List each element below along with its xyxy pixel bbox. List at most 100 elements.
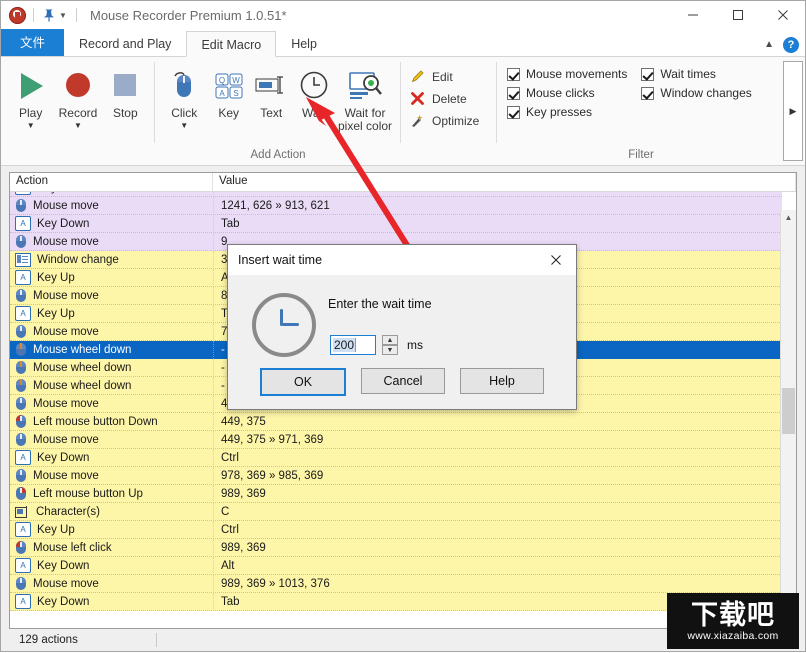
minimize-icon[interactable] bbox=[670, 1, 715, 29]
column-header-value[interactable]: Value bbox=[213, 173, 796, 191]
tab-edit-macro[interactable]: Edit Macro bbox=[186, 31, 276, 57]
mouse-icon bbox=[15, 577, 27, 590]
wait-for-pixel-color-button[interactable]: Wait for pixel color bbox=[335, 61, 395, 133]
chevron-down-icon[interactable]: ▼ bbox=[27, 121, 35, 131]
pin-icon[interactable] bbox=[41, 7, 57, 23]
row-action-cell: Mouse move bbox=[10, 235, 213, 248]
tab-help[interactable]: Help bbox=[276, 30, 332, 56]
table-row[interactable]: Left mouse button Down449, 375 bbox=[10, 413, 782, 431]
wait-time-stepper[interactable]: ▲ ▼ bbox=[382, 335, 398, 355]
checkbox-icon[interactable] bbox=[507, 68, 520, 81]
row-action-cell: Left mouse button Up bbox=[10, 487, 213, 500]
spin-down-icon[interactable]: ▼ bbox=[382, 345, 398, 355]
cancel-button[interactable]: Cancel bbox=[361, 368, 445, 394]
table-row[interactable]: AKey DownCtrl bbox=[10, 449, 782, 467]
watermark: 下载吧 www.xiazaiba.com bbox=[667, 593, 799, 649]
row-action-cell: AKey Down bbox=[10, 216, 213, 231]
optimize-button[interactable]: Optimize bbox=[409, 111, 497, 130]
table-row[interactable]: Mouse move449, 375 » 971, 369 bbox=[10, 431, 782, 449]
table-row[interactable]: AKey DownTab bbox=[10, 215, 782, 233]
checkbox-icon[interactable] bbox=[641, 68, 654, 81]
chevron-up-icon[interactable]: ▲ bbox=[764, 40, 774, 50]
row-value-cell: 989, 369 » 1013, 376 bbox=[213, 575, 782, 593]
row-action-cell: AKey Up bbox=[10, 270, 213, 285]
checkbox-mouse-clicks[interactable]: Mouse clicks bbox=[507, 86, 627, 100]
row-value-cell: Tab bbox=[213, 215, 782, 233]
edit-label: Edit bbox=[432, 70, 453, 84]
scrollbar-thumb[interactable] bbox=[782, 388, 795, 434]
tab-record-and-play[interactable]: Record and Play bbox=[64, 30, 186, 56]
record-button[interactable]: Record ▼ bbox=[54, 61, 101, 131]
key-icon: A bbox=[15, 270, 31, 285]
row-action-cell: Mouse move bbox=[10, 325, 213, 338]
table-row[interactable]: Left mouse button Up989, 369 bbox=[10, 485, 782, 503]
key-button[interactable]: Q W A S Key bbox=[207, 61, 250, 120]
ribbon-group-playback: Play ▼ Record ▼ Stop bbox=[1, 57, 155, 165]
checkbox-label: Mouse clicks bbox=[526, 86, 595, 100]
wait-label: Wait bbox=[302, 107, 326, 120]
table-row[interactable]: AKey DownAlt bbox=[10, 557, 782, 575]
table-row[interactable]: Character(s)C bbox=[10, 503, 782, 521]
checkbox-wait-times[interactable]: Wait times bbox=[641, 67, 751, 81]
wait-button[interactable]: Wait bbox=[293, 61, 336, 120]
checkbox-key-presses[interactable]: Key presses bbox=[507, 105, 627, 119]
chevron-right-icon[interactable]: ▶ bbox=[783, 61, 803, 161]
row-action-cell: Mouse move bbox=[10, 577, 213, 590]
mouse-icon bbox=[15, 469, 27, 482]
row-action-label: Window change bbox=[37, 254, 119, 266]
table-row[interactable]: Mouse left click989, 369 bbox=[10, 539, 782, 557]
chevron-down-icon[interactable]: ▼ bbox=[57, 7, 69, 23]
play-button[interactable]: Play ▼ bbox=[7, 61, 54, 131]
chevron-up-icon[interactable]: ▲ bbox=[781, 210, 796, 225]
delete-button[interactable]: Delete bbox=[409, 89, 497, 108]
click-button[interactable]: Click ▼ bbox=[161, 61, 207, 131]
key-icon: A bbox=[15, 192, 31, 195]
column-header-action[interactable]: Action bbox=[10, 173, 213, 191]
title-bar: ▼ Mouse Recorder Premium 1.0.51* bbox=[1, 1, 805, 29]
table-row[interactable]: Mouse move978, 369 » 985, 369 bbox=[10, 467, 782, 485]
text-button[interactable]: Text bbox=[250, 61, 293, 120]
row-value-cell: 978, 369 » 985, 369 bbox=[213, 467, 782, 485]
record-circle-icon bbox=[9, 7, 26, 24]
help-icon[interactable]: ? bbox=[783, 37, 799, 53]
mouse-wheel-icon bbox=[15, 361, 27, 374]
maximize-icon[interactable] bbox=[715, 1, 760, 29]
chevron-down-icon[interactable]: ▼ bbox=[180, 121, 188, 131]
checkbox-window-changes[interactable]: Window changes bbox=[641, 86, 751, 100]
row-value-cell: 1241, 626 » 913, 621 bbox=[213, 197, 782, 215]
checkbox-icon[interactable] bbox=[641, 87, 654, 100]
key-icon: A bbox=[15, 522, 31, 537]
checkbox-mouse-movements[interactable]: Mouse movements bbox=[507, 67, 627, 81]
row-action-label: Key Down bbox=[37, 560, 89, 572]
table-row[interactable]: Mouse move1241, 626 » 913, 621 bbox=[10, 197, 782, 215]
list-scrollbar[interactable]: ▲ bbox=[780, 210, 796, 628]
close-icon[interactable] bbox=[760, 1, 805, 29]
table-row[interactable]: AKey UpCtrl bbox=[10, 521, 782, 539]
dialog-title: Insert wait time bbox=[238, 253, 322, 267]
row-action-cell: Character(s) bbox=[10, 506, 213, 518]
row-action-label: Key Down bbox=[37, 218, 89, 230]
wait-time-input[interactable]: 200 bbox=[330, 335, 376, 355]
table-row[interactable]: Mouse move989, 369 » 1013, 376 bbox=[10, 575, 782, 593]
tab-file[interactable]: 文件 bbox=[1, 29, 64, 56]
spin-up-icon[interactable]: ▲ bbox=[382, 335, 398, 345]
mouse-left-down-icon bbox=[15, 415, 27, 428]
close-icon[interactable] bbox=[536, 245, 576, 275]
edit-button[interactable]: Edit bbox=[409, 67, 497, 86]
insert-wait-time-dialog: Insert wait time Enter the wait time 200… bbox=[227, 244, 577, 410]
checkbox-icon[interactable] bbox=[507, 87, 520, 100]
chevron-down-icon[interactable]: ▼ bbox=[74, 121, 82, 131]
help-button[interactable]: Help bbox=[460, 368, 544, 394]
pencil-icon bbox=[409, 68, 426, 85]
row-action-label: Character(s) bbox=[36, 506, 100, 518]
watermark-url: www.xiazaiba.com bbox=[687, 630, 778, 642]
clock-minute-hand bbox=[282, 323, 299, 326]
stop-button[interactable]: Stop bbox=[102, 61, 149, 120]
mouse-icon bbox=[15, 325, 27, 338]
row-action-cell: Mouse left click bbox=[10, 541, 213, 554]
filter-column-2: Wait times Window changes bbox=[641, 67, 751, 119]
ribbon: Play ▼ Record ▼ Stop bbox=[1, 57, 805, 166]
svg-text:Q: Q bbox=[219, 76, 225, 85]
checkbox-icon[interactable] bbox=[507, 106, 520, 119]
ok-button[interactable]: OK bbox=[260, 368, 346, 396]
